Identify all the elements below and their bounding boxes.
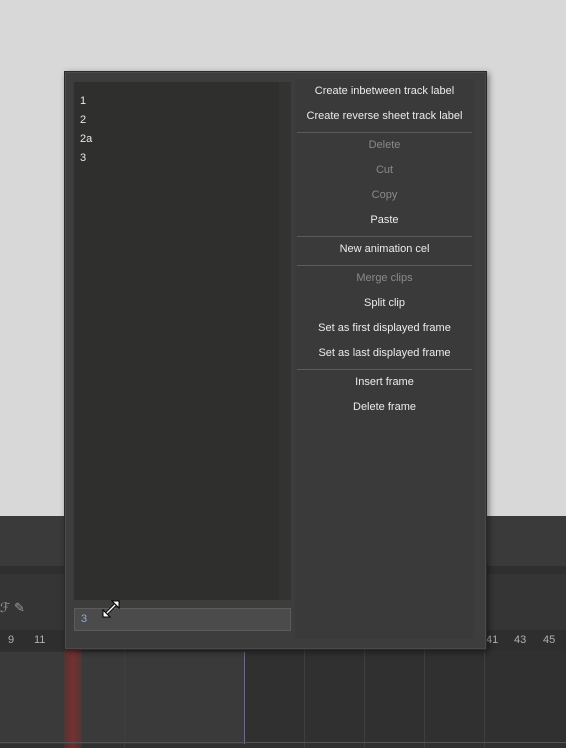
track-label-popup: 1 2 2a 3 Create inbetween track label Cr… <box>64 71 487 650</box>
frame-divider <box>424 650 425 748</box>
menu-item-split-clip[interactable]: Split clip <box>295 291 474 315</box>
menu-item-create-reverse-sheet-track-label[interactable]: Create reverse sheet track label <box>295 104 474 128</box>
ruler-tick: 45 <box>543 634 556 646</box>
list-item[interactable]: 3 <box>80 149 86 168</box>
resize-diagonal-icon <box>101 599 121 619</box>
track-label-list[interactable]: 1 2 2a 3 <box>74 82 291 600</box>
ruler-tick: 9 <box>8 634 15 646</box>
fx-icon[interactable]: ℱ <box>0 600 10 616</box>
list-scrollbar[interactable] <box>279 82 291 600</box>
track-area[interactable] <box>0 650 566 748</box>
context-menu: Create inbetween track label Create reve… <box>295 79 474 639</box>
frame-divider <box>484 650 485 748</box>
menu-item-copy[interactable]: Copy <box>295 183 474 207</box>
list-item[interactable]: 2a <box>80 130 92 149</box>
track-divider <box>0 742 566 743</box>
menu-item-cut[interactable]: Cut <box>295 158 474 182</box>
menu-item-create-inbetween-track-label[interactable]: Create inbetween track label <box>295 79 474 103</box>
menu-item-insert-frame[interactable]: Insert frame <box>295 370 474 394</box>
list-item[interactable]: 2 <box>80 111 86 130</box>
pencil-icon[interactable]: ✎ <box>14 600 25 616</box>
frame-divider <box>364 650 365 748</box>
playhead[interactable] <box>64 650 82 748</box>
timeline-tools: ℱ ✎ <box>0 594 60 620</box>
frame-divider <box>304 650 305 748</box>
frame-divider <box>124 650 125 748</box>
ruler-tick: 11 <box>34 634 46 646</box>
list-item[interactable]: 1 <box>80 92 86 111</box>
menu-item-paste[interactable]: Paste <box>295 208 474 232</box>
ruler-tick: 41 <box>486 634 499 646</box>
menu-item-delete[interactable]: Delete <box>295 133 474 157</box>
menu-item-new-animation-cel[interactable]: New animation cel <box>295 237 474 261</box>
ruler-tick: 43 <box>514 634 527 646</box>
timeline-clip[interactable] <box>0 652 245 744</box>
menu-item-delete-frame[interactable]: Delete frame <box>295 395 474 419</box>
menu-item-set-first-displayed-frame[interactable]: Set as first displayed frame <box>295 316 474 340</box>
menu-item-set-last-displayed-frame[interactable]: Set as last displayed frame <box>295 341 474 365</box>
menu-item-merge-clips[interactable]: Merge clips <box>295 266 474 290</box>
